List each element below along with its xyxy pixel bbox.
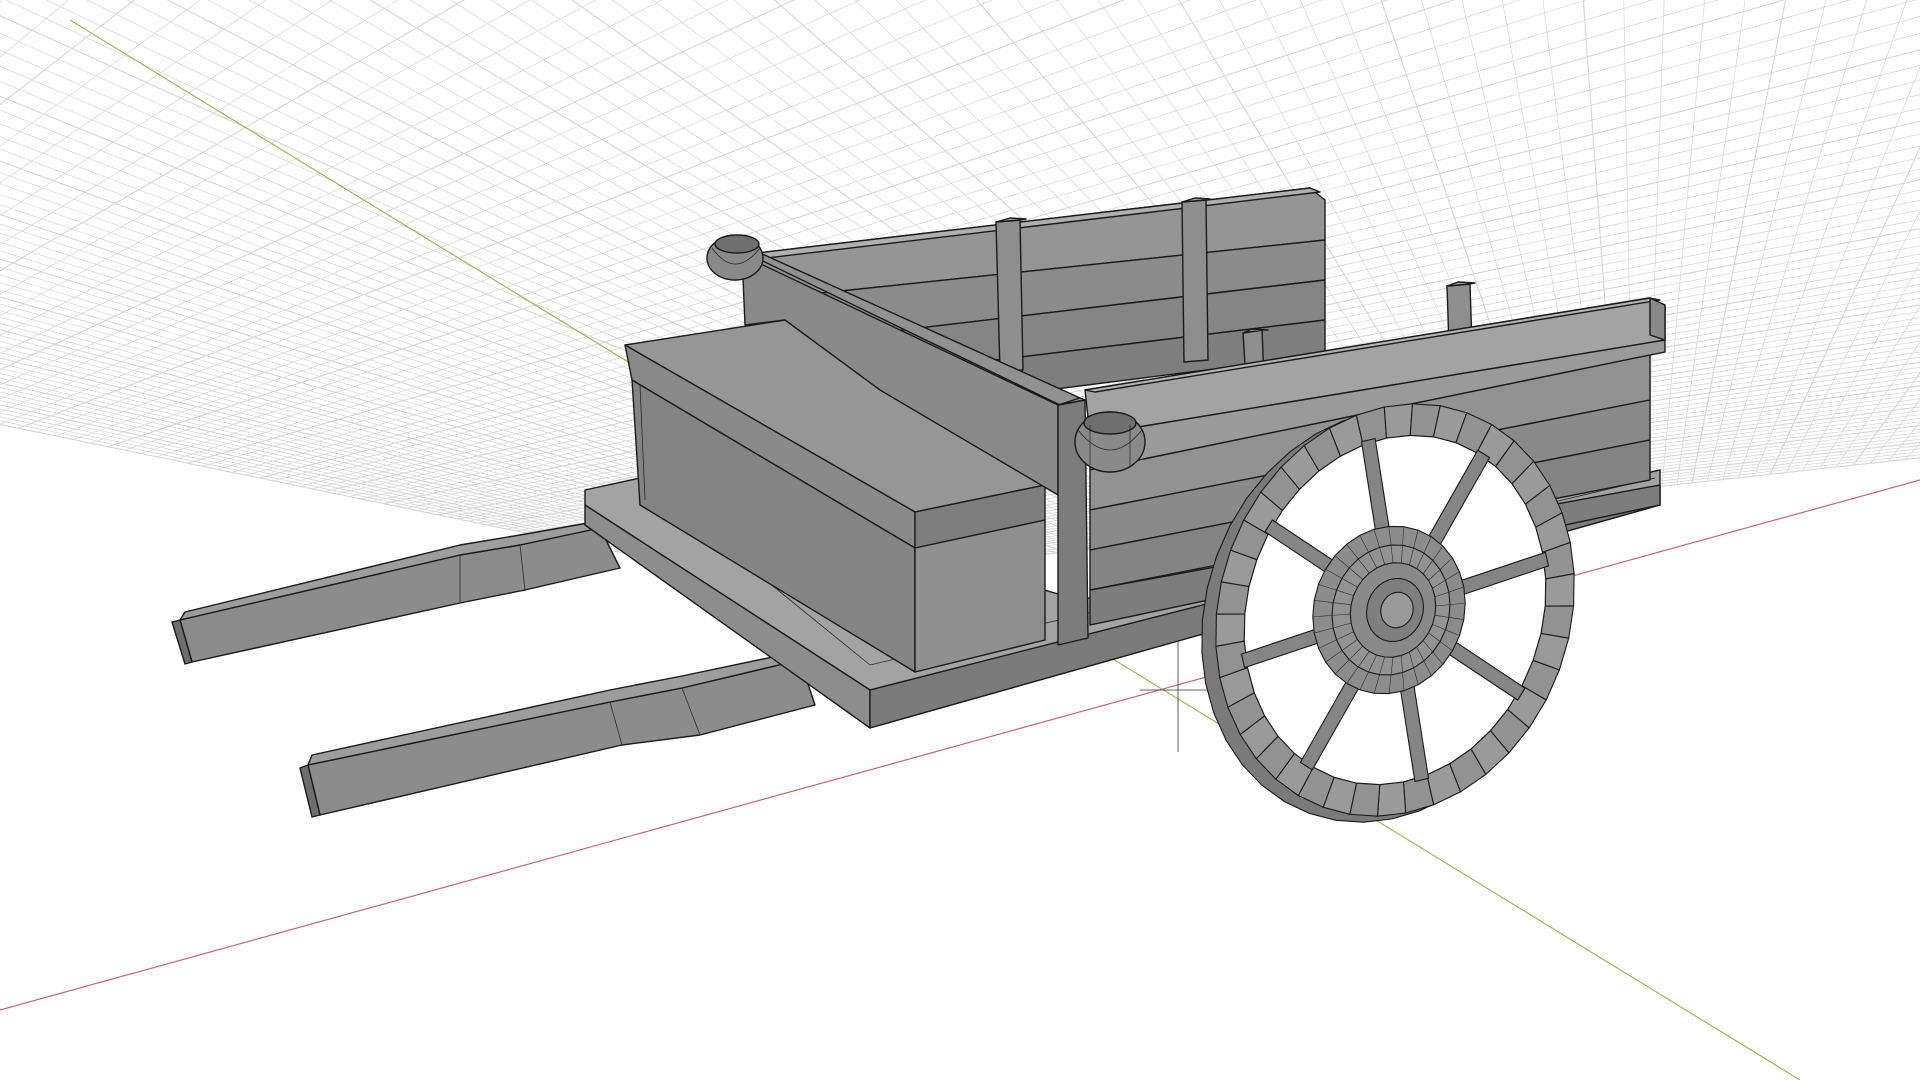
- barrel-cap-front[interactable]: [1074, 411, 1146, 473]
- 3d-viewport[interactable]: [0, 0, 1920, 1080]
- grid-line: [1647, 0, 1665, 488]
- grid-line: [1852, 371, 1920, 466]
- grid-line: [1802, 262, 1920, 471]
- wheel-rim-segment: [1376, 781, 1407, 817]
- grid-line: [1819, 305, 1920, 469]
- handle-left[interactable]: [171, 519, 621, 665]
- barrel-cap-back[interactable]: [706, 234, 764, 281]
- wheel-rim-segment: [1383, 403, 1414, 439]
- handle-right[interactable]: [299, 649, 816, 818]
- grid-line: [0, 0, 1920, 267]
- wheel-hub-ring: [1380, 591, 1414, 629]
- wheel-rim-segment: [1215, 613, 1246, 647]
- wheel-rim-segment: [1540, 605, 1575, 639]
- cart-model[interactable]: [171, 187, 1666, 823]
- viewport-canvas[interactable]: [0, 0, 1920, 1080]
- wheel-rim-segment: [1544, 573, 1575, 607]
- wheel-rim-segment: [1215, 581, 1250, 615]
- post-2[interactable]: [1181, 197, 1211, 363]
